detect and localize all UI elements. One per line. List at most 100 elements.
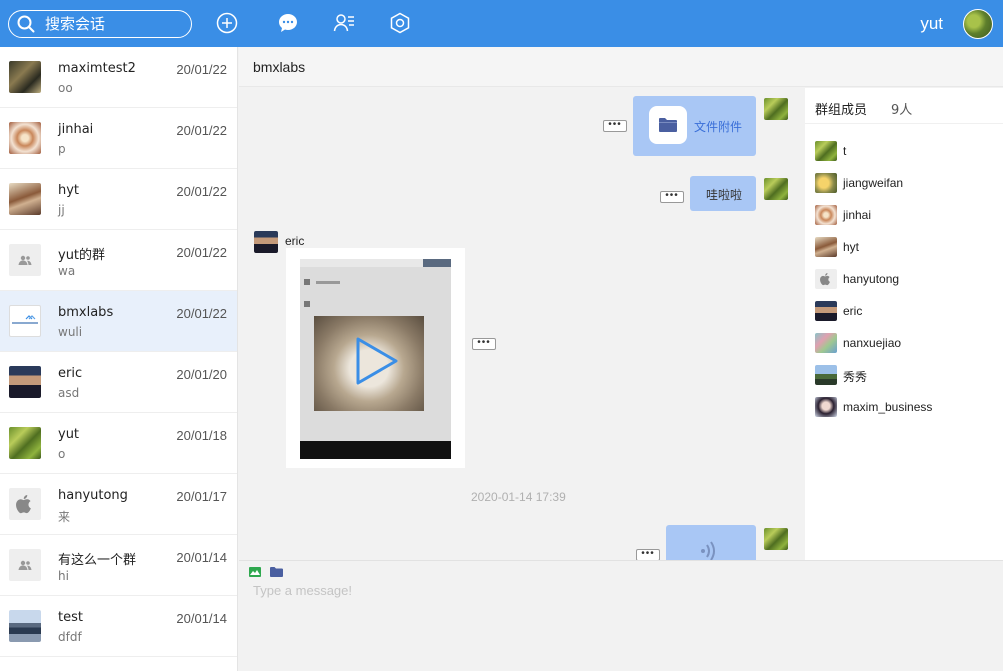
image-attach-icon[interactable] [249, 567, 261, 577]
message-list[interactable]: ••• 文件附件 ••• 哇啦啦 eric ••• 2020-01-14 17:… [239, 88, 804, 560]
search-icon [17, 15, 35, 33]
member-item[interactable]: jiangweifan [805, 171, 1003, 195]
text-message-content: 哇啦啦 [706, 188, 743, 202]
message-input-area [239, 560, 1003, 671]
avatar [9, 427, 41, 459]
avatar [9, 122, 41, 154]
message-more-button[interactable]: ••• [636, 549, 660, 560]
avatar [9, 183, 41, 215]
conversation-preview: o [58, 447, 66, 461]
member-item[interactable]: nanxuejiao [805, 331, 1003, 355]
chat-bubble-icon[interactable] [277, 12, 299, 34]
member-item[interactable]: jinhai [805, 203, 1003, 227]
member-name: hanyutong [843, 272, 900, 286]
conversation-date: 20/01/14 [176, 550, 227, 565]
current-user-avatar[interactable] [963, 9, 993, 39]
group-members-panel: 群组成员 9人 t jiangweifan jinhai hyt hanyuto… [805, 88, 1003, 560]
file-message-bubble[interactable]: 文件附件 [633, 96, 756, 156]
conversation-name: maximtest2 [58, 61, 136, 76]
member-name: t [843, 144, 847, 158]
conversation-preview: oo [58, 81, 73, 95]
bmxlabs-logo-avatar [9, 305, 41, 337]
apple-logo-icon [820, 273, 830, 286]
member-avatar [815, 365, 837, 385]
conversation-item[interactable]: hanyutong 来 20/01/17 [0, 474, 237, 535]
conversation-item[interactable]: hyt jj 20/01/22 [0, 169, 237, 230]
conversation-name: test [58, 610, 83, 625]
member-name: 秀秀 [843, 370, 868, 384]
member-name: maxim_business [843, 400, 933, 414]
folder-icon [659, 118, 677, 132]
video-message-card[interactable] [286, 248, 465, 468]
conversation-date: 20/01/18 [176, 428, 227, 443]
text-message-bubble[interactable]: 哇啦啦 [690, 176, 756, 211]
conversation-preview: dfdf [58, 630, 82, 644]
member-item[interactable]: hyt [805, 235, 1003, 259]
conversation-name: hanyutong [58, 488, 128, 503]
search-box[interactable] [8, 10, 192, 38]
conversation-item[interactable]: yut的群 wa 20/01/22 [0, 230, 237, 291]
conversation-item[interactable]: jinhai p 20/01/22 [0, 108, 237, 169]
self-avatar [764, 98, 788, 120]
conversation-item[interactable]: yut o 20/01/18 [0, 413, 237, 474]
conversation-item[interactable]: 有这么一个群 hi 20/01/14 [0, 535, 237, 596]
member-avatar [815, 237, 837, 257]
conversation-item[interactable]: maximtest2 oo 20/01/22 [0, 47, 237, 108]
conversation-name: eric [58, 366, 83, 381]
conversation-date: 20/01/20 [176, 367, 227, 382]
conversation-preview: asd [58, 386, 80, 400]
message-more-button[interactable]: ••• [660, 191, 684, 203]
member-item[interactable]: eric [805, 299, 1003, 323]
member-avatar [815, 397, 837, 417]
members-header: 群组成员 9人 [805, 88, 1003, 124]
avatar [9, 366, 41, 398]
members-count: 9人 [891, 103, 913, 118]
file-message-label: 文件附件 [694, 120, 743, 134]
folder-attach-icon[interactable] [270, 567, 283, 577]
self-avatar [764, 528, 788, 550]
avatar [9, 488, 41, 520]
message-more-button[interactable]: ••• [603, 120, 627, 132]
conversation-preview: p [58, 142, 66, 156]
avatar [9, 244, 41, 276]
member-item[interactable]: maxim_business [805, 395, 1003, 419]
member-avatar [815, 205, 837, 225]
sender-avatar [254, 231, 278, 253]
play-icon [356, 337, 398, 385]
member-avatar [815, 269, 837, 289]
conversation-date: 20/01/14 [176, 611, 227, 626]
member-item[interactable]: t [805, 139, 1003, 163]
search-input[interactable] [45, 15, 175, 33]
settings-hex-icon[interactable] [389, 12, 411, 34]
top-bar: yut [0, 0, 1003, 47]
conversation-item[interactable]: eric asd 20/01/20 [0, 352, 237, 413]
avatar [9, 549, 41, 581]
member-name: nanxuejiao [843, 336, 902, 350]
member-name: jinhai [843, 208, 872, 222]
current-username: yut [920, 14, 943, 33]
conversation-preview: 来 [58, 510, 71, 524]
member-item[interactable]: 秀秀 [805, 363, 1003, 387]
member-name: eric [843, 304, 863, 318]
member-name: hyt [843, 240, 860, 254]
conversation-date: 20/01/22 [176, 62, 227, 77]
chat-title: bmxlabs [253, 59, 306, 75]
conversation-name: jinhai [58, 122, 94, 137]
conversation-preview: jj [58, 203, 65, 217]
file-tile [649, 106, 687, 144]
message-input[interactable] [253, 583, 983, 663]
conversation-item[interactable]: test dfdf 20/01/14 [0, 596, 237, 657]
member-item[interactable]: hanyutong [805, 267, 1003, 291]
conversation-name: yut的群 [58, 248, 106, 263]
member-avatar [815, 141, 837, 161]
conversation-item-active[interactable]: bmxlabs wuli 20/01/22 [0, 291, 237, 352]
conversation-date: 20/01/22 [176, 123, 227, 138]
add-circle-icon[interactable] [216, 12, 238, 34]
message-more-button[interactable]: ••• [472, 338, 496, 350]
group-icon [18, 255, 32, 265]
conversation-list: maximtest2 oo 20/01/22 jinhai p 20/01/22… [0, 47, 238, 671]
conversation-name: yut [58, 427, 80, 442]
avatar [9, 61, 41, 93]
voice-message-bubble[interactable] [666, 525, 756, 560]
contacts-icon[interactable] [333, 12, 355, 34]
